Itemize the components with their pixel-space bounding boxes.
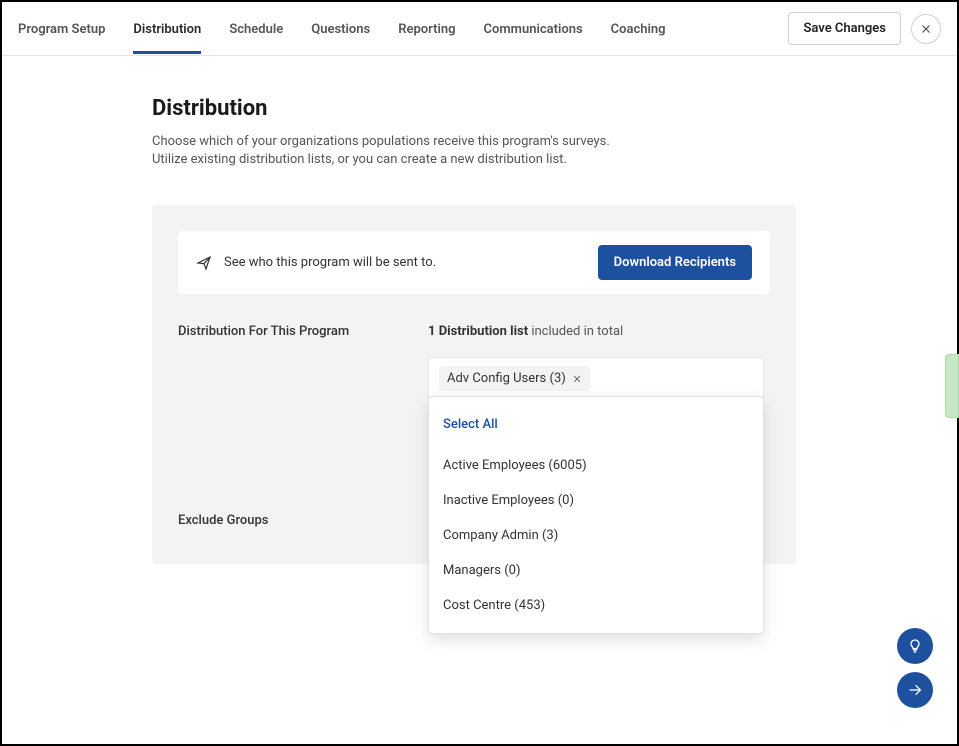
arrow-right-icon <box>907 682 923 698</box>
dropdown-item-cost-centre[interactable]: Cost Centre (453) <box>429 588 763 623</box>
page-description: Choose which of your organizations popul… <box>152 133 632 169</box>
distribution-summary: 1 Distribution list included in total <box>428 324 623 339</box>
dropdown-select-all[interactable]: Select All <box>429 407 763 442</box>
description-line1: Choose which of your organizations popul… <box>152 134 610 149</box>
dropdown-item-inactive-employees[interactable]: Inactive Employees (0) <box>429 483 763 518</box>
tab-questions[interactable]: Questions <box>311 4 370 54</box>
description-line2: Utilize existing distribution lists, or … <box>152 152 567 167</box>
tab-distribution[interactable]: Distribution <box>133 4 201 54</box>
summary-rest: included in total <box>528 324 623 339</box>
chip-label: Adv Config Users (3) <box>447 371 566 386</box>
tab-communications[interactable]: Communications <box>484 4 583 54</box>
close-icon <box>920 23 932 35</box>
distribution-row: Distribution For This Program 1 Distribu… <box>178 324 770 423</box>
tab-reporting[interactable]: Reporting <box>398 4 455 54</box>
send-icon <box>196 255 212 271</box>
lightbulb-icon <box>907 638 923 654</box>
feedback-side-tab[interactable] <box>945 354 959 418</box>
topbar-right: Save Changes <box>788 12 941 45</box>
distribution-dropdown: Select All Active Employees (6005) Inact… <box>428 396 764 634</box>
dropdown-item-company-admin[interactable]: Company Admin (3) <box>429 518 763 553</box>
download-recipients-button[interactable]: Download Recipients <box>598 245 752 280</box>
tab-coaching[interactable]: Coaching <box>611 4 666 54</box>
dropdown-item-active-employees[interactable]: Active Employees (6005) <box>429 448 763 483</box>
tab-schedule[interactable]: Schedule <box>229 4 283 54</box>
topbar: Program Setup Distribution Schedule Ques… <box>2 2 957 56</box>
dropdown-item-managers[interactable]: Managers (0) <box>429 553 763 588</box>
help-fab[interactable] <box>897 628 933 664</box>
page-content: Distribution Choose which of your organi… <box>2 56 957 564</box>
nav-tabs: Program Setup Distribution Schedule Ques… <box>18 4 666 54</box>
tab-program-setup[interactable]: Program Setup <box>18 4 105 54</box>
summary-bold: 1 Distribution list <box>428 324 528 339</box>
next-fab[interactable] <box>897 672 933 708</box>
recipients-info-row: See who this program will be sent to. Do… <box>178 231 770 294</box>
chip-remove-icon[interactable] <box>572 374 582 384</box>
selected-chip: Adv Config Users (3) <box>439 366 590 391</box>
info-text: See who this program will be sent to. <box>224 255 436 270</box>
exclude-label: Exclude Groups <box>178 513 428 528</box>
distribution-label: Distribution For This Program <box>178 324 428 423</box>
distribution-panel: See who this program will be sent to. Do… <box>152 205 796 564</box>
close-button[interactable] <box>911 14 941 44</box>
save-button[interactable]: Save Changes <box>788 12 901 45</box>
info-left: See who this program will be sent to. <box>196 255 436 271</box>
page-title: Distribution <box>152 96 957 121</box>
